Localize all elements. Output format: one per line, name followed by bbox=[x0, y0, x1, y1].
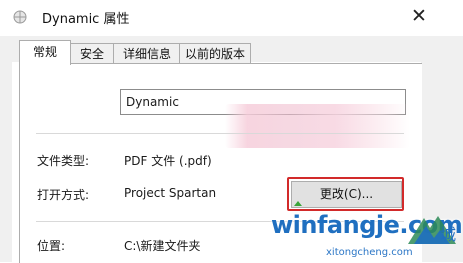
tab-details[interactable]: 详细信息 bbox=[113, 43, 181, 64]
close-icon: ✕ bbox=[411, 5, 427, 27]
highlight-annotation bbox=[287, 177, 404, 211]
window-title: Dynamic 属性 bbox=[42, 12, 130, 27]
window-frame-left bbox=[0, 36, 12, 262]
separator bbox=[36, 133, 404, 134]
tab-previous-versions-label: 以前的版本 bbox=[184, 47, 245, 61]
tab-security-label: 安全 bbox=[79, 47, 104, 61]
blurred-overlay bbox=[225, 104, 410, 148]
watermark-logo-icon: 城 bbox=[408, 216, 456, 244]
title-bar: Dynamic 属性 ✕ bbox=[0, 0, 463, 36]
opens-with-label: 打开方式: bbox=[37, 188, 90, 202]
tab-general-label: 常规 bbox=[32, 45, 57, 59]
tab-previous-versions[interactable]: 以前的版本 bbox=[179, 43, 251, 64]
location-value: C:\新建文件夹 bbox=[124, 239, 201, 253]
close-button[interactable]: ✕ bbox=[404, 2, 434, 30]
tab-security[interactable]: 安全 bbox=[69, 43, 115, 64]
location-label: 位置: bbox=[37, 239, 66, 253]
tab-details-label: 详细信息 bbox=[122, 47, 171, 61]
file-name-value: Dynamic bbox=[126, 95, 179, 109]
tab-general[interactable]: 常规 bbox=[19, 40, 71, 65]
file-type-value: PDF 文件 (.pdf) bbox=[124, 154, 212, 168]
watermark-logo-char: 城 bbox=[440, 225, 456, 244]
opens-with-value: Project Spartan bbox=[124, 186, 217, 200]
watermark-subtext: xitongcheng.com bbox=[326, 247, 413, 258]
file-type-label: 文件类型: bbox=[37, 154, 90, 168]
document-icon bbox=[13, 10, 27, 24]
